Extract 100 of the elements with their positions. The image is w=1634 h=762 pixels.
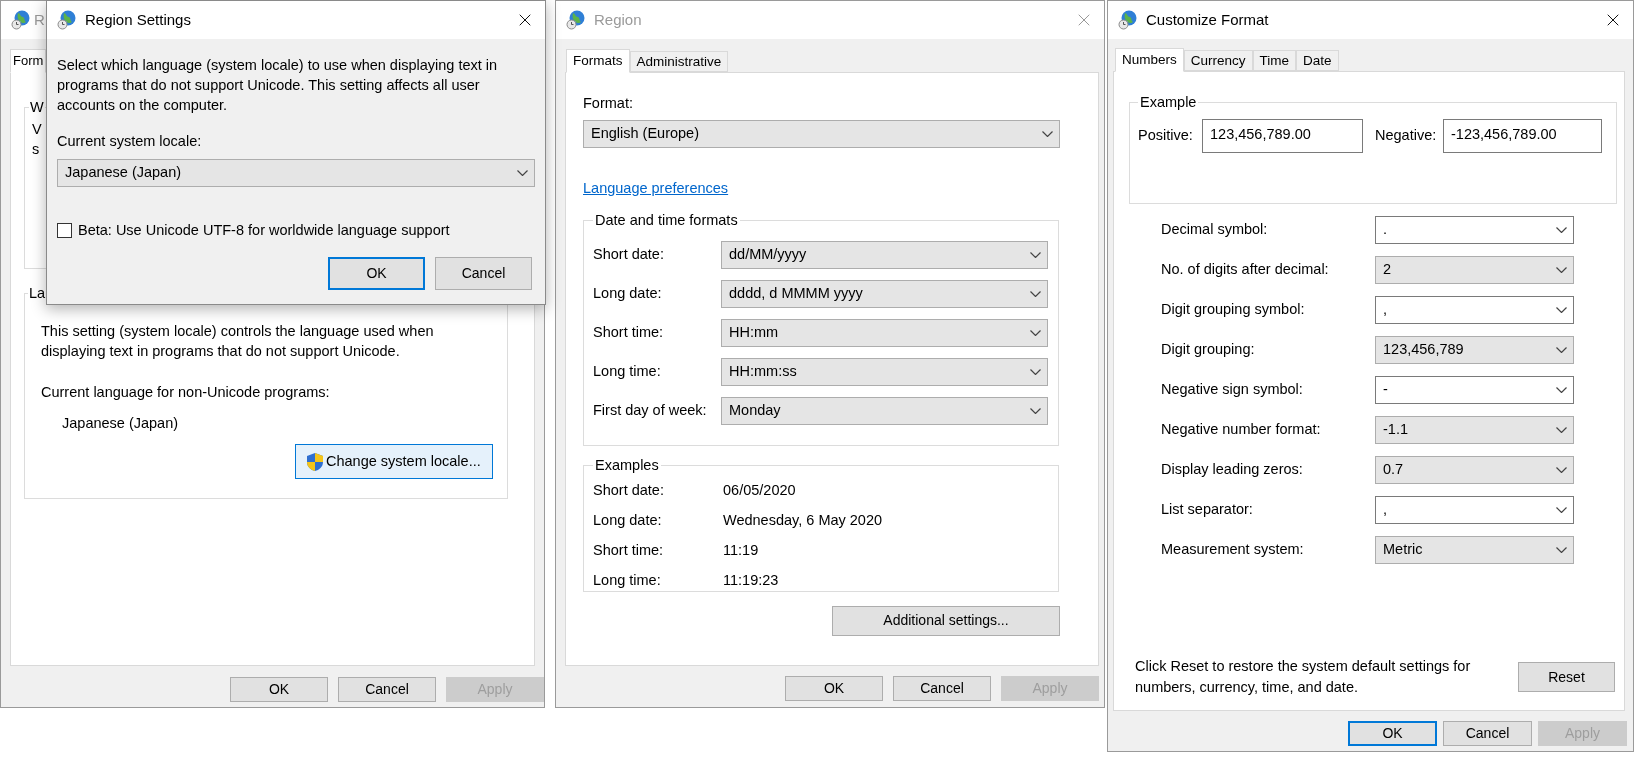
description-text: V [32,119,42,139]
chevron-icon [1556,347,1567,353]
field-label: Long date: [593,284,663,304]
text-field[interactable]: 123,456,789.00 [1202,118,1363,153]
globe-icon [11,10,31,30]
field-label: Negative: [1375,125,1438,145]
dropdown[interactable]: . [1375,216,1574,244]
field-label: First day of week: [593,401,708,421]
text-field[interactable]: -123,456,789.00 [1443,118,1602,153]
tab[interactable]: Form [10,49,47,73]
description-text: s [32,139,40,159]
field-label: Decimal symbol: [1161,220,1269,240]
tab[interactable]: Numbers [1115,48,1184,72]
field-label: Current language for non-Unicode programs: [41,382,331,402]
example-value: 11:19 [723,540,759,560]
dialog-button[interactable]: Cancel [338,677,436,702]
field-label: Short date: [593,245,665,265]
group-title: Example [1139,93,1198,112]
dialog-button[interactable]: OK [230,677,328,702]
tab[interactable]: Administrative [629,51,729,72]
field-label: Current system locale: [57,132,203,151]
field-label: Measurement system: [1161,540,1305,560]
dropdown[interactable]: -1.1 [1375,416,1574,444]
dialog-button[interactable]: Additional settings... [832,605,1060,636]
window-title: R [34,9,45,30]
dropdown[interactable]: dd/MM/yyyy [721,241,1048,270]
field-label: Short time: [593,323,665,343]
chevron-icon [1556,427,1567,433]
example-value: 06/05/2020 [723,480,796,500]
dialog-button[interactable]: Cancel [435,256,532,290]
globe-icon [57,10,77,30]
field-label: Long time: [593,570,662,590]
chevron-icon [1556,467,1567,473]
language-link[interactable]: Language preferences [583,177,729,200]
chevron-icon [1556,547,1567,553]
field-label: Long date: [593,510,663,530]
chevron-icon [1556,507,1567,513]
field-label: Long time: [593,362,662,382]
chevron-icon [1042,130,1053,137]
chevron-icon [517,169,528,176]
field-label: Short time: [593,540,665,560]
tab[interactable]: Formats [566,49,630,73]
example-value: 11:19:23 [723,570,779,590]
group-title: Examples [594,455,660,475]
window-title: Region Settings [85,9,191,30]
dialog-button[interactable]: OK [328,256,425,290]
shield-icon [306,451,324,472]
field-label: Format: [583,94,634,113]
dialog-button[interactable]: Cancel [893,676,991,701]
field-label: Digit grouping: [1161,340,1256,360]
field-label: Digit grouping symbol: [1161,300,1306,320]
window-title: Region [594,9,642,30]
field-label: Display leading zeros: [1161,460,1304,480]
group-title: W [29,98,45,117]
dropdown[interactable]: - [1375,376,1574,404]
field-label: Negative sign symbol: [1161,380,1304,400]
dialog-button[interactable]: OK [785,676,883,701]
dropdown[interactable]: 123,456,789 [1375,336,1574,364]
dropdown[interactable]: , [1375,496,1574,524]
checkbox-label: Beta: Use Unicode UTF-8 for worldwide language support [78,220,450,240]
chevron-icon [1030,330,1041,337]
field-label: Negative number format: [1161,420,1322,440]
dialog-button[interactable]: OK [1348,721,1437,746]
dropdown[interactable]: dddd, d MMMM yyyy [721,280,1048,309]
dialog-button[interactable]: Reset [1518,662,1615,692]
chevron-icon [1556,387,1567,393]
field-label: Positive: [1138,125,1194,145]
dropdown[interactable]: HH:mm [721,319,1048,348]
dropdown[interactable]: Metric [1375,536,1574,564]
dialog-button[interactable]: Cancel [1443,721,1532,746]
checkbox[interactable] [57,223,72,239]
change-locale-button[interactable]: Change system locale... [295,444,493,480]
dropdown[interactable]: , [1375,296,1574,324]
tab[interactable]: Date [1296,50,1339,71]
chevron-icon [1030,252,1041,259]
chevron-icon [1556,307,1567,313]
description-text: This setting (system locale) controls the language used when displaying text in programs that do not support Unicode. [41,321,435,361]
dropdown[interactable]: Japanese (Japan) [57,158,535,187]
globe-icon [1118,10,1138,30]
tab[interactable]: Time [1252,50,1297,71]
tab[interactable]: Currency [1183,50,1253,71]
field-label: Short date: [593,480,665,500]
dropdown[interactable]: 2 [1375,256,1574,284]
field-label: List separator: [1161,500,1254,520]
dropdown[interactable]: 0.7 [1375,456,1574,484]
window-title: Customize Format [1146,9,1269,30]
description-text: Select which language (system locale) to use when displaying text in programs that do not support Unicode. This setting affects all user accounts on the computer. [57,56,499,115]
dropdown[interactable]: HH:mm:ss [721,358,1048,387]
chevron-icon [1030,369,1041,376]
chevron-icon [1030,291,1041,298]
dropdown[interactable]: Monday [721,397,1048,426]
chevron-icon [1556,267,1567,273]
chevron-icon [1030,408,1041,415]
reset-note: Click Reset to restore the system default settings for numbers, currency, time, and date. [1135,657,1472,697]
globe-icon [566,10,586,30]
dropdown[interactable]: English (Europe) [583,119,1060,148]
chevron-icon [1556,227,1567,233]
group-title: Date and time formats [594,210,739,230]
example-value: Wednesday, 6 May 2020 [723,510,883,530]
locale-value: Japanese (Japan) [62,413,180,433]
